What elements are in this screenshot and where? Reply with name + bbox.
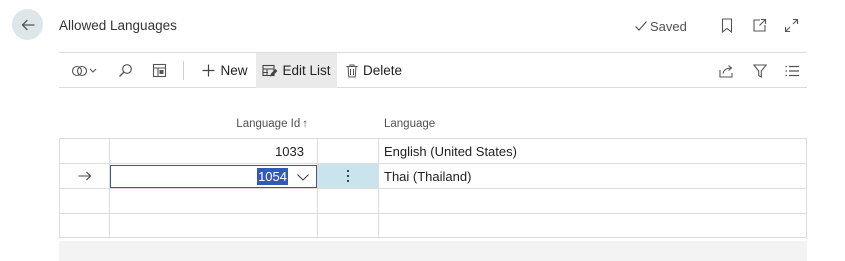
expand-icon <box>784 18 798 32</box>
language-name-cell[interactable]: Thai (Thailand) <box>384 164 784 188</box>
column-header-language-label: Language <box>384 118 436 130</box>
filter-icon <box>753 63 767 78</box>
grid-line <box>317 138 318 239</box>
table-row-selected[interactable]: 1054 Thai (Thailand) <box>59 163 807 188</box>
grid-line <box>806 138 807 239</box>
expand-button[interactable] <box>782 16 800 34</box>
table-row-empty[interactable] <box>59 188 807 213</box>
table-row-empty[interactable] <box>59 213 807 238</box>
language-name-cell[interactable]: English (United States) <box>384 139 784 163</box>
language-id-cell[interactable]: 1033 <box>110 139 304 163</box>
search-button[interactable] <box>113 53 137 88</box>
search-icon <box>118 64 132 77</box>
column-header-language[interactable]: Language <box>384 111 584 137</box>
grid-line <box>378 138 379 239</box>
edit-list-button-label: Edit List <box>282 63 331 78</box>
more-options-icon <box>346 169 350 183</box>
analysis-mode-button[interactable] <box>147 53 171 88</box>
bookmark-icon <box>721 17 733 33</box>
delete-button[interactable]: Delete <box>343 53 405 88</box>
filter-button[interactable] <box>749 53 771 88</box>
arrow-left-icon <box>21 19 35 30</box>
list-footer-area <box>59 241 807 261</box>
bookmark-button[interactable] <box>718 16 736 34</box>
language-id-input[interactable]: 1054 <box>110 165 317 188</box>
table-row[interactable]: 1033 English (United States) <box>59 138 807 163</box>
new-button[interactable]: New <box>197 53 253 88</box>
row-actions-button[interactable] <box>318 164 378 188</box>
new-button-label: New <box>220 63 248 78</box>
language-id-input-value: 1054 <box>257 168 288 185</box>
delete-button-label: Delete <box>362 63 403 78</box>
list-view-button[interactable] <box>781 53 803 88</box>
back-button[interactable] <box>12 9 43 40</box>
share-button[interactable] <box>715 53 737 88</box>
open-in-new-window-icon <box>752 18 766 32</box>
saved-status: Saved <box>634 16 687 36</box>
table-view-icon <box>152 63 166 78</box>
action-bar: New Edit List Delete <box>59 52 807 88</box>
toolbar-separator <box>183 61 184 80</box>
column-header-language-id[interactable]: Language Id ↑ <box>110 111 308 137</box>
grid-line <box>59 138 60 239</box>
page-title: Allowed Languages <box>59 18 177 33</box>
checkmark-icon <box>635 21 647 31</box>
trash-icon <box>346 64 358 77</box>
search-pages-button[interactable] <box>65 53 103 88</box>
share-icon <box>718 64 733 78</box>
saved-status-text: Saved <box>650 18 687 34</box>
list-icon <box>785 65 799 76</box>
row-indicator-icon <box>73 164 97 188</box>
grid-line <box>109 138 110 239</box>
plus-icon <box>202 64 215 77</box>
chevron-down-icon[interactable] <box>296 170 310 184</box>
edit-list-button[interactable]: Edit List <box>256 53 337 88</box>
column-header-language-id-label: Language Id <box>236 118 301 130</box>
edit-list-icon <box>262 64 278 76</box>
open-new-window-button[interactable] <box>750 16 768 34</box>
sort-ascending-icon: ↑ <box>302 118 308 130</box>
filter-pane-icon <box>71 65 97 76</box>
